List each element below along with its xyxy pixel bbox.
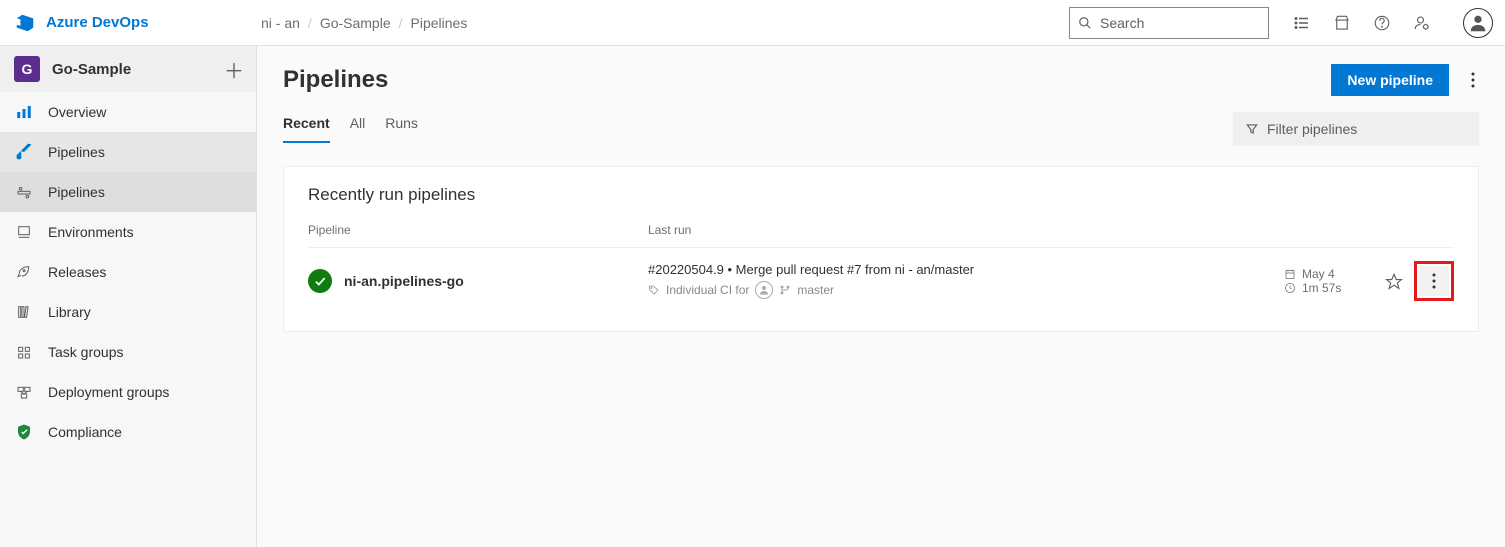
help-icon[interactable] xyxy=(1373,14,1391,32)
tab-runs[interactable]: Runs xyxy=(385,115,418,143)
col-header-pipeline: Pipeline xyxy=(308,223,648,237)
filter-pipelines[interactable]: Filter pipelines xyxy=(1233,112,1479,146)
run-subtitle: Individual CI for master xyxy=(648,281,1284,299)
sidebar: G Go-Sample ＋ Overview Pipelines Pipelin… xyxy=(0,46,257,547)
sidebar-item-overview[interactable]: Overview xyxy=(0,92,256,132)
tab-all[interactable]: All xyxy=(350,115,366,143)
avatar[interactable] xyxy=(1463,8,1493,38)
sidebar-item-label: Pipelines xyxy=(48,144,105,160)
search-icon xyxy=(1078,16,1092,30)
user-settings-icon[interactable] xyxy=(1413,14,1431,32)
task-groups-icon xyxy=(14,342,34,362)
mini-avatar xyxy=(755,281,773,299)
sidebar-subitem-environments[interactable]: Environments xyxy=(0,212,256,252)
search-box[interactable] xyxy=(1069,7,1269,39)
sidebar-item-label: Compliance xyxy=(48,424,122,440)
sidebar-item-label: Overview xyxy=(48,104,106,120)
col-header-last-run: Last run xyxy=(648,223,1284,237)
page-header: Pipelines New pipeline xyxy=(283,64,1479,96)
tag-icon xyxy=(648,284,660,296)
star-icon xyxy=(1385,272,1403,290)
new-pipeline-button[interactable]: New pipeline xyxy=(1331,64,1449,96)
sidebar-item-label: Deployment groups xyxy=(48,384,169,400)
trigger-text: Individual CI for xyxy=(666,283,749,297)
compliance-icon xyxy=(14,422,34,442)
sidebar-item-label: Releases xyxy=(48,264,106,280)
run-duration: 1m 57s xyxy=(1302,281,1341,295)
separator-icon: / xyxy=(308,15,312,31)
breadcrumb: ni - an / Go-Sample / Pipelines xyxy=(261,15,467,31)
main-content: Pipelines New pipeline Recent All Runs F… xyxy=(257,46,1505,547)
releases-icon xyxy=(14,262,34,282)
page-title: Pipelines xyxy=(283,66,388,94)
project-header[interactable]: G Go-Sample ＋ xyxy=(0,46,256,92)
sidebar-subitem-pipelines[interactable]: Pipelines xyxy=(0,172,256,212)
brand-text: Azure DevOps xyxy=(46,14,149,31)
card-title: Recently run pipelines xyxy=(308,185,1454,205)
pipeline-name: ni-an.pipelines-go xyxy=(344,273,464,289)
run-title: #20220504.9 • Merge pull request #7 from… xyxy=(648,262,1284,277)
favorite-button[interactable] xyxy=(1374,272,1414,290)
branch-name: master xyxy=(797,283,834,297)
filter-icon xyxy=(1245,122,1259,136)
sidebar-item-label: Library xyxy=(48,304,91,320)
tabs-row: Recent All Runs Filter pipelines xyxy=(283,112,1479,146)
topbar-icons xyxy=(1293,8,1493,38)
sidebar-item-label: Task groups xyxy=(48,344,123,360)
project-name: Go-Sample xyxy=(52,61,131,78)
run-meta: May 4 1m 57s xyxy=(1284,267,1374,295)
table-header: Pipeline Last run xyxy=(308,217,1454,247)
brand-area[interactable]: Azure DevOps xyxy=(14,12,257,34)
filter-label: Filter pipelines xyxy=(1267,121,1357,137)
sidebar-item-label: Environments xyxy=(48,224,134,240)
sidebar-item-label: Pipelines xyxy=(48,184,105,200)
library-icon xyxy=(14,302,34,322)
plus-icon[interactable]: ＋ xyxy=(224,55,244,84)
deployment-groups-icon xyxy=(14,382,34,402)
sidebar-subitem-deployment-groups[interactable]: Deployment groups xyxy=(0,372,256,412)
table-row[interactable]: ni-an.pipelines-go #20220504.9 • Merge p… xyxy=(308,247,1454,313)
sidebar-subitem-releases[interactable]: Releases xyxy=(0,252,256,292)
run-date: May 4 xyxy=(1302,267,1335,281)
sidebar-item-compliance[interactable]: Compliance xyxy=(0,412,256,452)
breadcrumb-section[interactable]: Pipelines xyxy=(411,15,468,31)
separator-icon: / xyxy=(399,15,403,31)
branch-icon xyxy=(779,284,791,296)
project-badge: G xyxy=(14,56,40,82)
clock-icon xyxy=(1284,282,1296,294)
list-icon[interactable] xyxy=(1293,14,1311,32)
calendar-icon xyxy=(1284,268,1296,280)
tab-recent[interactable]: Recent xyxy=(283,115,330,143)
marketplace-icon[interactable] xyxy=(1333,14,1351,32)
row-more-button[interactable] xyxy=(1419,266,1449,296)
sidebar-subitem-task-groups[interactable]: Task groups xyxy=(0,332,256,372)
more-options-icon[interactable] xyxy=(1467,68,1479,92)
sidebar-item-pipelines[interactable]: Pipelines xyxy=(0,132,256,172)
azure-devops-logo-icon xyxy=(14,12,36,34)
breadcrumb-org[interactable]: ni - an xyxy=(261,15,300,31)
overview-icon xyxy=(14,102,34,122)
breadcrumb-project[interactable]: Go-Sample xyxy=(320,15,391,31)
status-success-icon xyxy=(308,269,332,293)
top-bar: Azure DevOps ni - an / Go-Sample / Pipel… xyxy=(0,0,1505,46)
environments-icon xyxy=(14,222,34,242)
more-vertical-icon xyxy=(1432,273,1436,289)
pipelines-card: Recently run pipelines Pipeline Last run… xyxy=(283,166,1479,332)
sidebar-subitem-library[interactable]: Library xyxy=(0,292,256,332)
pipelines-sub-icon xyxy=(14,182,34,202)
search-input[interactable] xyxy=(1100,15,1260,31)
pipelines-icon xyxy=(14,142,34,162)
